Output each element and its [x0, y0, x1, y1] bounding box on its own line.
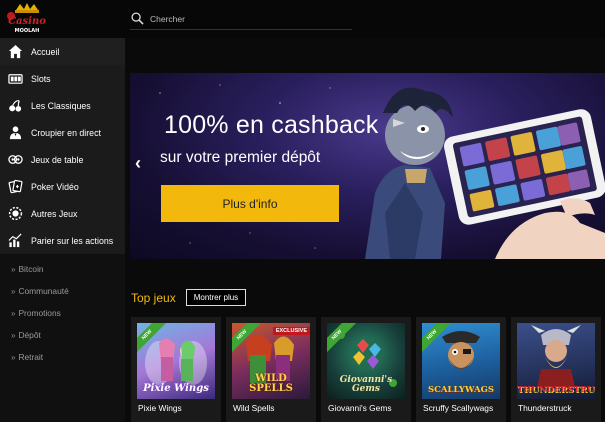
game-card-pixie-wings[interactable]: NEW Pixie Wings Pixie Wings	[131, 317, 221, 422]
logo-icon: Casino MOOLAH	[7, 3, 46, 34]
show-more-button[interactable]: Montrer plus	[185, 289, 247, 306]
slot-machine-icon	[6, 71, 24, 87]
game-card-scruffy-scallywags[interactable]: NEW SCALLYWAGS Scruffy Scallywags	[416, 317, 506, 422]
search-bar[interactable]	[130, 8, 352, 30]
banner-artwork	[365, 87, 605, 259]
sidebar-item-jeux-de-table[interactable]: Jeux de table	[0, 146, 125, 173]
casino-logo[interactable]: Casino MOOLAH	[4, 1, 50, 35]
double-chevron-icon: »	[11, 352, 16, 362]
double-chevron-icon: »	[11, 308, 16, 318]
sidebar-item-autres-jeux[interactable]: Autres Jeux	[0, 200, 125, 227]
home-icon	[6, 44, 24, 60]
game-card-wild-spells[interactable]: NEW EXCLUSIVE WILD SPELLS Wild Spells	[226, 317, 316, 422]
double-chevron-icon: »	[11, 286, 16, 296]
plus-d-info-button[interactable]: Plus d'info	[161, 185, 339, 222]
top-games-title: Top jeux	[131, 290, 176, 305]
game-name: Thunderstruck	[518, 403, 572, 413]
chart-icon	[6, 233, 24, 249]
sidebar-link-label: Dépôt	[18, 330, 41, 340]
game-name: Pixie Wings	[138, 403, 182, 413]
sidebar-item-parier-sur-les-actions[interactable]: Parier sur les actions	[0, 227, 125, 254]
sidebar-link-depot[interactable]: » Dépôt	[0, 324, 125, 346]
other-games-icon	[6, 206, 24, 222]
sidebar-link-promotions[interactable]: » Promotions	[0, 302, 125, 324]
exclusive-badge: EXCLUSIVE	[272, 327, 310, 335]
sidebar-item-label: Les Classiques	[31, 100, 91, 111]
sidebar-link-communaute[interactable]: » Communauté	[0, 280, 125, 302]
sidebar-item-label: Slots	[31, 73, 51, 84]
sidebar-link-label: Bitcoin	[18, 264, 44, 274]
sidebar-item-accueil[interactable]: Accueil	[0, 38, 125, 65]
sidebar-link-label: Communauté	[18, 286, 69, 296]
top-games-header: Top jeux Montrer plus	[131, 289, 247, 306]
sidebar-item-les-classiques[interactable]: Les Classiques	[0, 92, 125, 119]
top-bar: Casino MOOLAH	[0, 0, 605, 38]
game-name: Giovanni's Gems	[328, 403, 392, 413]
game-thumbnail[interactable]: NEW Giovanni's Gems	[327, 323, 405, 399]
dealer-icon	[6, 125, 24, 141]
game-thumbnail[interactable]: NEW Pixie Wings	[137, 323, 215, 399]
games-row: NEW Pixie Wings Pixie Wings NEW EXCLUSIV…	[131, 317, 605, 422]
classics-icon	[6, 98, 24, 114]
search-input[interactable]	[150, 13, 340, 24]
table-games-icon	[6, 152, 24, 168]
game-card-giovannis-gems[interactable]: NEW Giovanni's Gems Giovanni's Gems	[321, 317, 411, 422]
game-art-title: SCALLYWAGS	[428, 384, 494, 395]
promo-banner[interactable]: ‹ 100% en cashback sur votre premier dép…	[130, 73, 605, 259]
search-icon	[131, 12, 144, 25]
sidebar-main-group: Slots Les Classiques Croupier en direct …	[0, 65, 125, 254]
sidebar-item-slots[interactable]: Slots	[0, 65, 125, 92]
sidebar-link-label: Promotions	[18, 308, 61, 318]
sidebar-secondary-group: » Bitcoin » Communauté » Promotions » Dépôt …	[0, 254, 125, 368]
game-art-title: Pixie Wings	[143, 383, 209, 394]
game-thumbnail[interactable]: THUNDERSTRUCK	[517, 323, 595, 399]
banner-subtitle: sur votre premier dépôt	[160, 149, 321, 166]
sidebar-item-poker-video[interactable]: Poker Vidéo	[0, 173, 125, 200]
sidebar-item-label: Autres Jeux	[31, 208, 78, 219]
game-name: Scruffy Scallywags	[423, 403, 494, 413]
svg-text:Casino: Casino	[8, 16, 46, 27]
game-art-title: WILD SPELLS	[249, 373, 293, 394]
double-chevron-icon: »	[11, 330, 16, 340]
svg-text:MOOLAH: MOOLAH	[15, 28, 40, 34]
game-art-title: Giovanni's Gems	[339, 375, 393, 394]
sidebar-link-retrait[interactable]: » Retrait	[0, 346, 125, 368]
sidebar-item-label: Poker Vidéo	[31, 181, 79, 192]
double-chevron-icon: »	[11, 264, 16, 274]
poker-icon	[6, 179, 24, 195]
game-thumbnail[interactable]: NEW EXCLUSIVE WILD SPELLS	[232, 323, 310, 399]
sidebar-item-label: Accueil	[31, 46, 60, 57]
game-card-thunderstruck[interactable]: THUNDERSTRUCK Thunderstruck	[511, 317, 601, 422]
game-thumbnail[interactable]: NEW SCALLYWAGS	[422, 323, 500, 399]
game-art-title: THUNDERSTRUCK	[517, 384, 595, 395]
game-name: Wild Spells	[233, 403, 275, 413]
sidebar: Accueil Slots Les Classiques Croupier en…	[0, 38, 125, 422]
sidebar-link-label: Retrait	[18, 352, 44, 362]
sidebar-item-label: Croupier en direct	[31, 127, 101, 138]
carousel-prev-arrow[interactable]: ‹	[135, 153, 141, 174]
sidebar-item-label: Jeux de table	[31, 154, 84, 165]
sidebar-link-bitcoin[interactable]: » Bitcoin	[0, 258, 125, 280]
sidebar-item-croupier-en-direct[interactable]: Croupier en direct	[0, 119, 125, 146]
sidebar-item-label: Parier sur les actions	[31, 235, 114, 246]
